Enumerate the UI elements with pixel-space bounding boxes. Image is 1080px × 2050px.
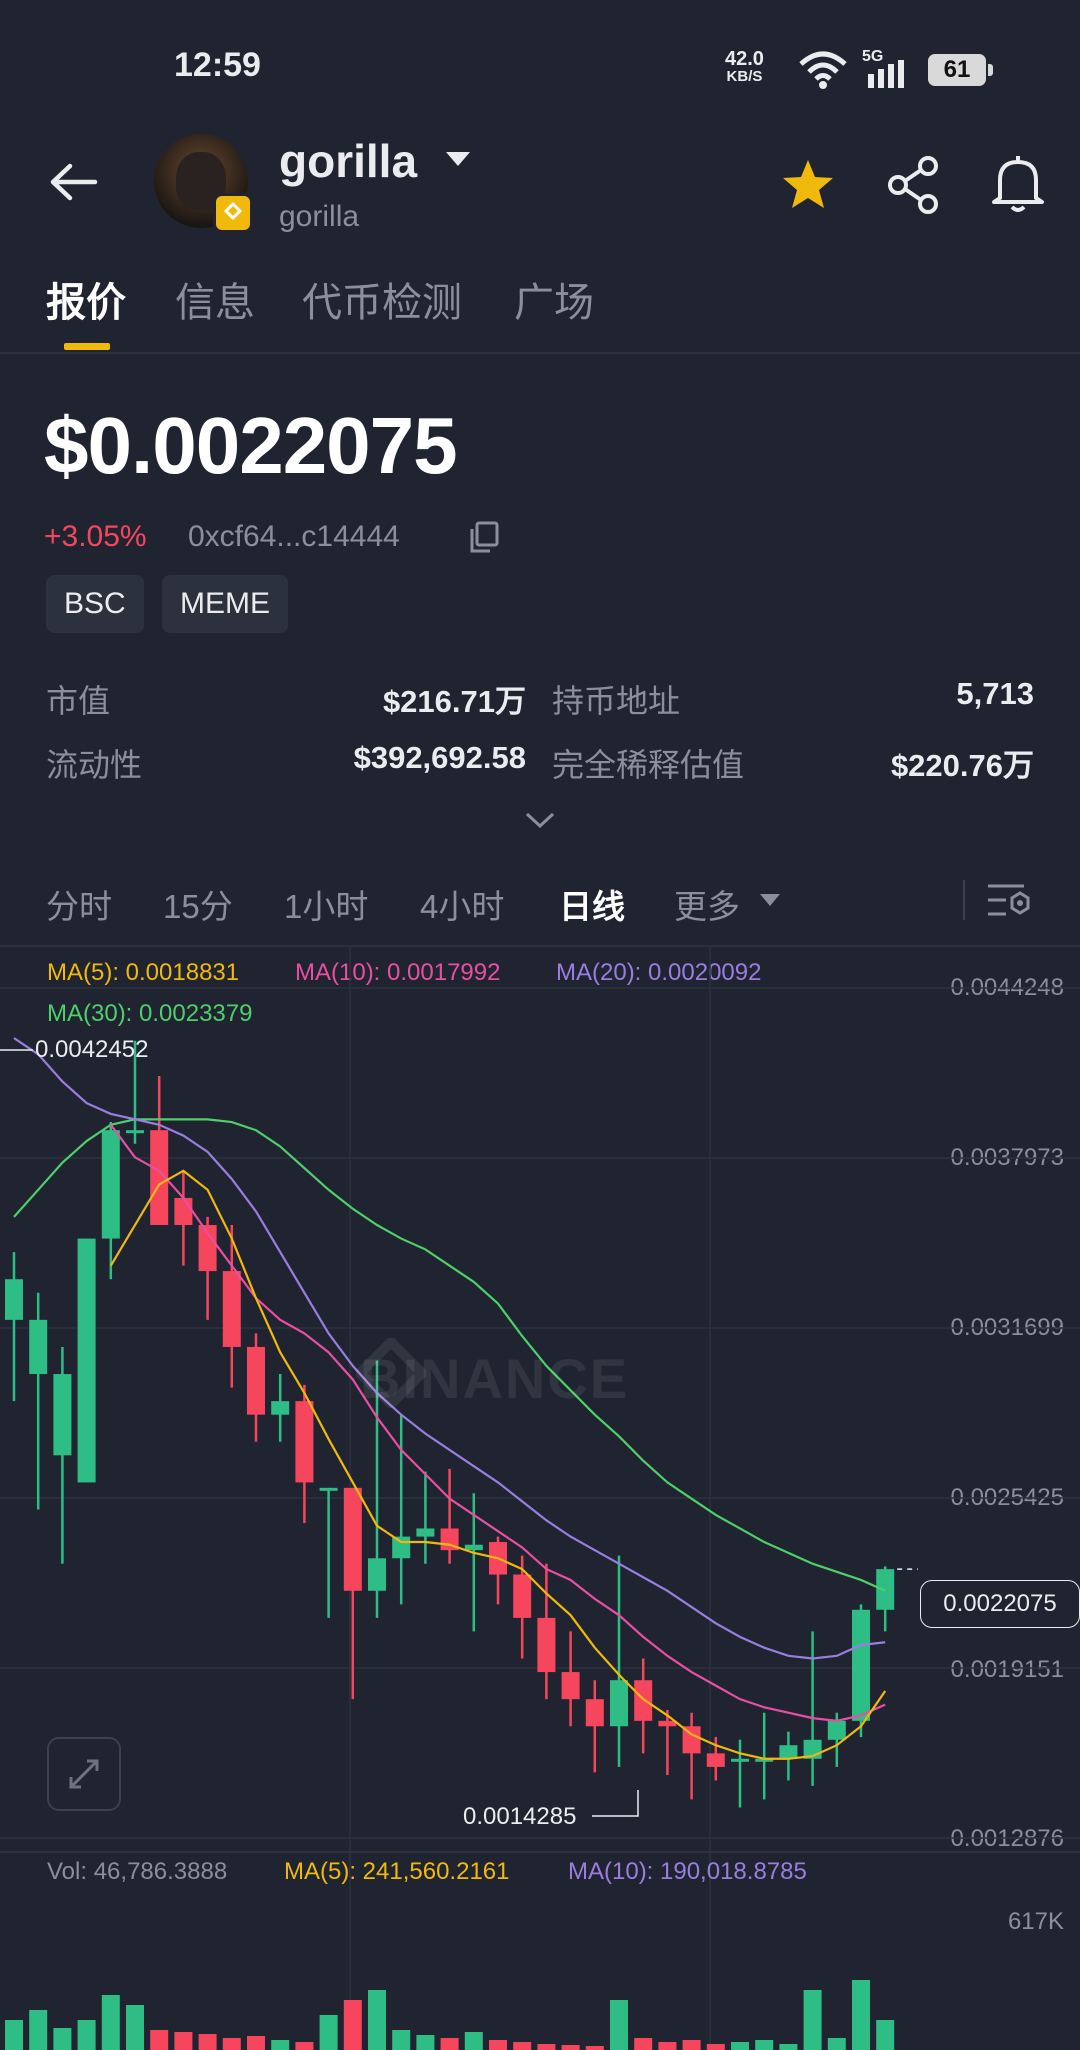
candle-body: [779, 1745, 798, 1759]
volume-bar: [271, 2040, 290, 2050]
candle-body: [222, 1271, 241, 1347]
candle-body: [464, 1544, 483, 1551]
volume-bar: [852, 1980, 870, 2050]
volume-bar: [198, 2034, 217, 2050]
candle-body: [610, 1680, 628, 1727]
candle-body: [101, 1130, 120, 1239]
candle-body: [634, 1680, 653, 1721]
volume-bar: [247, 2036, 265, 2050]
volume-bar: [416, 2035, 435, 2050]
candle-body: [271, 1401, 290, 1415]
binance-logo-icon: [356, 1338, 426, 1408]
volume-bar: [682, 2040, 701, 2050]
candle-body: [537, 1617, 556, 1673]
volume-bar: [634, 2038, 653, 2050]
volume-bar: [222, 2038, 241, 2050]
volume-bar: [755, 2040, 774, 2050]
volume-bar: [343, 2000, 362, 2050]
candle-body: [77, 1238, 96, 1483]
volume-bar: [440, 2038, 459, 2050]
volume-bar: [827, 2038, 846, 2050]
volume-bar: [658, 2042, 677, 2050]
candlestick-chart[interactable]: [0, 0, 1080, 2050]
candle-body: [53, 1374, 72, 1456]
volume-bar: [295, 2042, 314, 2050]
candle-body: [29, 1319, 48, 1375]
volume-ma10-legend: MA(10): 190,018.8785: [568, 1858, 807, 1885]
volume-bar: [610, 2000, 628, 2050]
candle-body: [852, 1609, 870, 1721]
candle-body: [174, 1197, 193, 1226]
candle-body: [706, 1753, 725, 1767]
candle-body: [343, 1487, 362, 1591]
candle-body: [827, 1720, 846, 1740]
fullscreen-button[interactable]: [47, 1737, 121, 1811]
volume-bar: [29, 2010, 48, 2050]
volume-axis-max: 617K: [1007, 1908, 1064, 1935]
candle-body: [561, 1672, 580, 1700]
low-marker-line: [592, 1790, 639, 1817]
candle-body: [5, 1279, 23, 1320]
volume-bar: [126, 2005, 144, 2050]
candle-body: [513, 1574, 532, 1618]
volume-bar: [876, 2020, 895, 2050]
volume-bar: [53, 2028, 72, 2050]
volume-bar: [150, 2030, 169, 2050]
candle-body: [416, 1528, 435, 1537]
volume-bar: [392, 2030, 411, 2050]
volume-bar: [368, 1990, 386, 2050]
volume-bar: [779, 2044, 798, 2050]
volume-bar: [731, 2042, 749, 2050]
candle-body: [731, 1758, 749, 1762]
candle-body: [319, 1487, 338, 1491]
candle-body: [876, 1569, 895, 1610]
volume-bar: [5, 2020, 23, 2050]
volume-bar: [513, 2042, 532, 2050]
volume-bar: [174, 2032, 193, 2050]
low-price-label: 0.0014285: [463, 1803, 577, 1830]
candle-body: [368, 1558, 386, 1591]
candle-body: [247, 1346, 265, 1415]
volume-ma5-legend: MA(5): 241,560.2161: [284, 1858, 510, 1885]
volume-bar: [464, 2032, 483, 2050]
candle-body: [392, 1536, 411, 1559]
volume-bar: [101, 1995, 120, 2050]
last-price-tag: 0.0022075: [920, 1580, 1080, 1628]
volume-bar: [77, 2020, 96, 2050]
expand-icon: [69, 1759, 99, 1789]
candle-body: [295, 1401, 314, 1483]
volume-bar: [489, 2040, 507, 2050]
volume-bar: [585, 2046, 604, 2050]
high-price-label: 0.0042452: [35, 1036, 149, 1063]
volume-bar: [537, 2044, 556, 2050]
volume-bar: [319, 2015, 338, 2050]
ma10-line: [109, 1124, 886, 1722]
volume-bar: [803, 1990, 822, 2050]
volume-legend: Vol: 46,786.3888: [47, 1858, 228, 1885]
candle-body: [585, 1699, 604, 1727]
volume-bar: [706, 2044, 725, 2050]
candle-body: [126, 1130, 144, 1134]
volume-bar: [561, 2045, 580, 2050]
